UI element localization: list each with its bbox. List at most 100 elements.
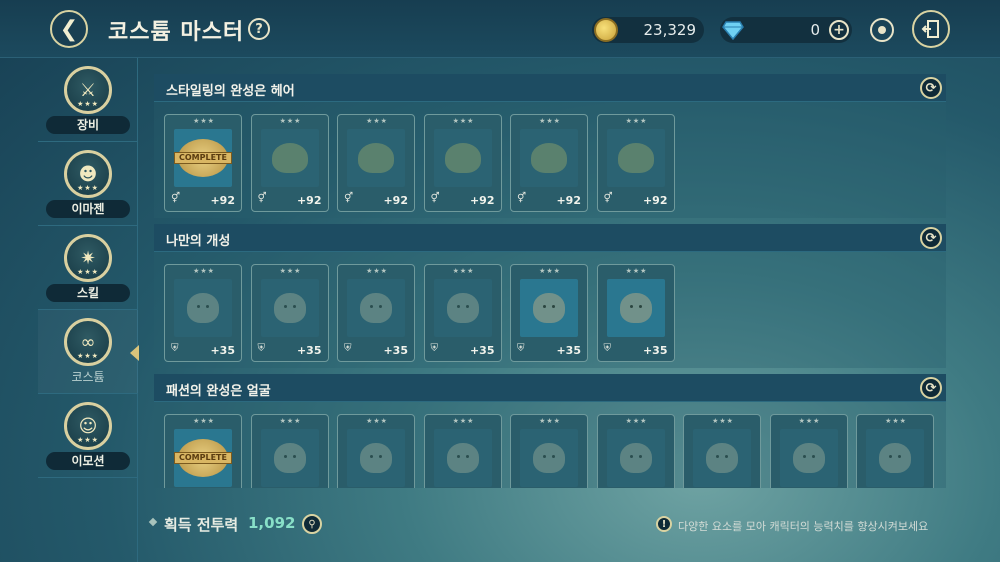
costume-card[interactable]: ★★★ xyxy=(769,414,848,488)
card-footer: ⛨ +35 xyxy=(165,341,241,359)
costume-card[interactable]: ★★★ ⛨ +35 xyxy=(596,264,675,362)
sidebar-item-label: 코스튬 xyxy=(71,370,105,384)
diamond-bullet-icon xyxy=(148,517,158,527)
costume-card[interactable]: ★★★ ⚥ +92 xyxy=(423,114,502,212)
help-button[interactable]: ? xyxy=(248,18,270,40)
costume-card[interactable]: ★★★ ⛨ +35 xyxy=(337,264,415,362)
costume-card[interactable]: ★★★ xyxy=(423,414,502,488)
costume-card[interactable]: ★★★ ⛨ +35 xyxy=(510,264,588,362)
sidebar-item-skill[interactable]: ✷ ★★★ 스킬 xyxy=(38,226,138,310)
star-rating: ★★★ xyxy=(279,117,302,125)
star-rating: ★★★ xyxy=(77,268,99,276)
costume-card[interactable]: ★★★ ⛨ +35 xyxy=(250,264,329,362)
hair-icon xyxy=(520,129,578,187)
stat-bonus: +92 xyxy=(296,194,322,207)
stat-bonus: +92 xyxy=(642,194,668,207)
complete-badge-icon: COMPLETE xyxy=(174,129,232,187)
character-face-icon xyxy=(360,293,392,323)
costume-card[interactable]: ★★★ xyxy=(510,414,588,488)
star-rating: ★★★ xyxy=(366,267,388,275)
gender-stat-icon: ⚥ xyxy=(257,193,267,204)
costume-card[interactable]: ★★★ ⛨ +35 xyxy=(164,264,242,362)
character-face-icon xyxy=(706,443,738,473)
costume-card[interactable]: ★★★ ⚥ +92 xyxy=(250,114,329,212)
refresh-button[interactable]: ⟳ xyxy=(920,77,942,99)
star-rating: ★★★ xyxy=(625,117,648,125)
target-settings-button[interactable] xyxy=(870,18,894,42)
hair-icon xyxy=(260,129,319,187)
gold-amount: 23,329 xyxy=(643,21,697,39)
stat-bonus: +35 xyxy=(296,344,322,357)
power-details-button[interactable]: ⚲ xyxy=(302,514,322,534)
sidebar-item-costume[interactable]: ∞ ★★★ 코스튬 xyxy=(38,310,138,394)
complete-medal-icon: COMPLETE xyxy=(174,439,232,477)
star-rating: ★★★ xyxy=(625,267,648,275)
hairstyle-icon xyxy=(617,143,654,173)
star-rating: ★★★ xyxy=(452,417,475,425)
card-footer: ⛨ +35 xyxy=(252,341,328,359)
character-face-icon xyxy=(619,293,652,323)
sidebar-item-equipment[interactable]: ⚔ ★★★ 장비 xyxy=(38,58,138,142)
sidebar-item-emotion[interactable]: ☺ ★★★ 이모션 xyxy=(38,394,138,478)
character-face-icon xyxy=(533,293,565,323)
costume-card[interactable]: ★★★ ⚥ +92 xyxy=(510,114,588,212)
star-rating: ★★★ xyxy=(77,436,99,444)
gender-stat-icon: ⚥ xyxy=(517,193,527,204)
star-rating: ★★★ xyxy=(539,417,561,425)
costume-card[interactable]: ★★★ ⛨ +35 xyxy=(423,264,502,362)
costume-card[interactable]: ★★★ COMPLETE xyxy=(164,414,242,488)
card-footer: ⛨ +35 xyxy=(338,341,414,359)
stat-bonus: +92 xyxy=(383,194,408,207)
star-rating: ★★★ xyxy=(452,267,475,275)
exit-button[interactable] xyxy=(912,10,950,48)
shield-icon: ⛨ xyxy=(517,343,525,354)
face-icon xyxy=(174,279,232,337)
diamond-icon xyxy=(722,21,744,40)
face-icon xyxy=(779,429,838,487)
star-rating: ★★★ xyxy=(798,417,821,425)
costume-card[interactable]: ★★★ xyxy=(250,414,329,488)
face-icon xyxy=(606,429,665,487)
character-face-icon xyxy=(273,443,306,473)
section-title: 패션의 완성은 얼굴 xyxy=(166,384,271,399)
star-rating: ★★★ xyxy=(452,117,475,125)
costume-card[interactable]: ★★★ xyxy=(856,414,934,488)
character-face-icon xyxy=(446,293,479,323)
bottom-bar: 획득 전투력 1,092 ⚲ ! 다양한 요소를 모아 캐릭터의 능력치를 향상… xyxy=(138,490,1000,562)
costume-card[interactable]: ★★★ COMPLETE ⚥ +92 xyxy=(164,114,242,212)
complete-label: COMPLETE xyxy=(174,152,232,164)
sidebar-item-imagen[interactable]: ☻ ★★★ 이마젠 xyxy=(38,142,138,226)
magnifier-icon: ⚲ xyxy=(308,518,316,530)
card-footer: ⛨ +35 xyxy=(425,341,501,359)
refresh-button[interactable]: ⟳ xyxy=(920,227,942,249)
hairstyle-icon xyxy=(271,143,308,173)
character-face-icon xyxy=(619,443,652,473)
face-icon xyxy=(433,429,492,487)
costume-card[interactable]: ★★★ ⚥ +92 xyxy=(596,114,675,212)
costume-collection-panel: 스타일링의 완성은 헤어 ⟳ ★★★ COMPLETE ⚥ +92 ★★★ ⚥ +92 ★★★… xyxy=(154,72,946,488)
section-title: 나만의 개성 xyxy=(166,234,231,249)
card-footer: ⚥ +92 xyxy=(165,191,241,209)
star-rating: ★★★ xyxy=(885,417,907,425)
costume-card[interactable]: ★★★ xyxy=(337,414,415,488)
complete-medal-icon: COMPLETE xyxy=(174,139,232,177)
star-rating: ★★★ xyxy=(193,267,215,275)
hair-icon xyxy=(347,129,405,187)
star-rating: ★★★ xyxy=(77,184,99,192)
stat-bonus: +92 xyxy=(210,194,235,207)
character-face-icon xyxy=(792,443,825,473)
character-face-icon xyxy=(187,293,219,323)
character-face-icon xyxy=(446,443,479,473)
target-icon xyxy=(878,26,886,34)
refresh-button[interactable]: ⟳ xyxy=(920,377,942,399)
costume-card[interactable]: ★★★ ⚥ +92 xyxy=(337,114,415,212)
back-button[interactable]: ❮ xyxy=(50,10,88,48)
add-gems-button[interactable]: + xyxy=(829,20,849,40)
stat-bonus: +35 xyxy=(383,344,408,357)
costume-card[interactable]: ★★★ xyxy=(683,414,761,488)
star-rating: ★★★ xyxy=(77,100,99,108)
exclamation-icon: ! xyxy=(656,516,672,532)
card-footer: ⚥ +92 xyxy=(425,191,501,209)
sidebar-item-label: 이모션 xyxy=(46,452,130,470)
costume-card[interactable]: ★★★ xyxy=(596,414,675,488)
